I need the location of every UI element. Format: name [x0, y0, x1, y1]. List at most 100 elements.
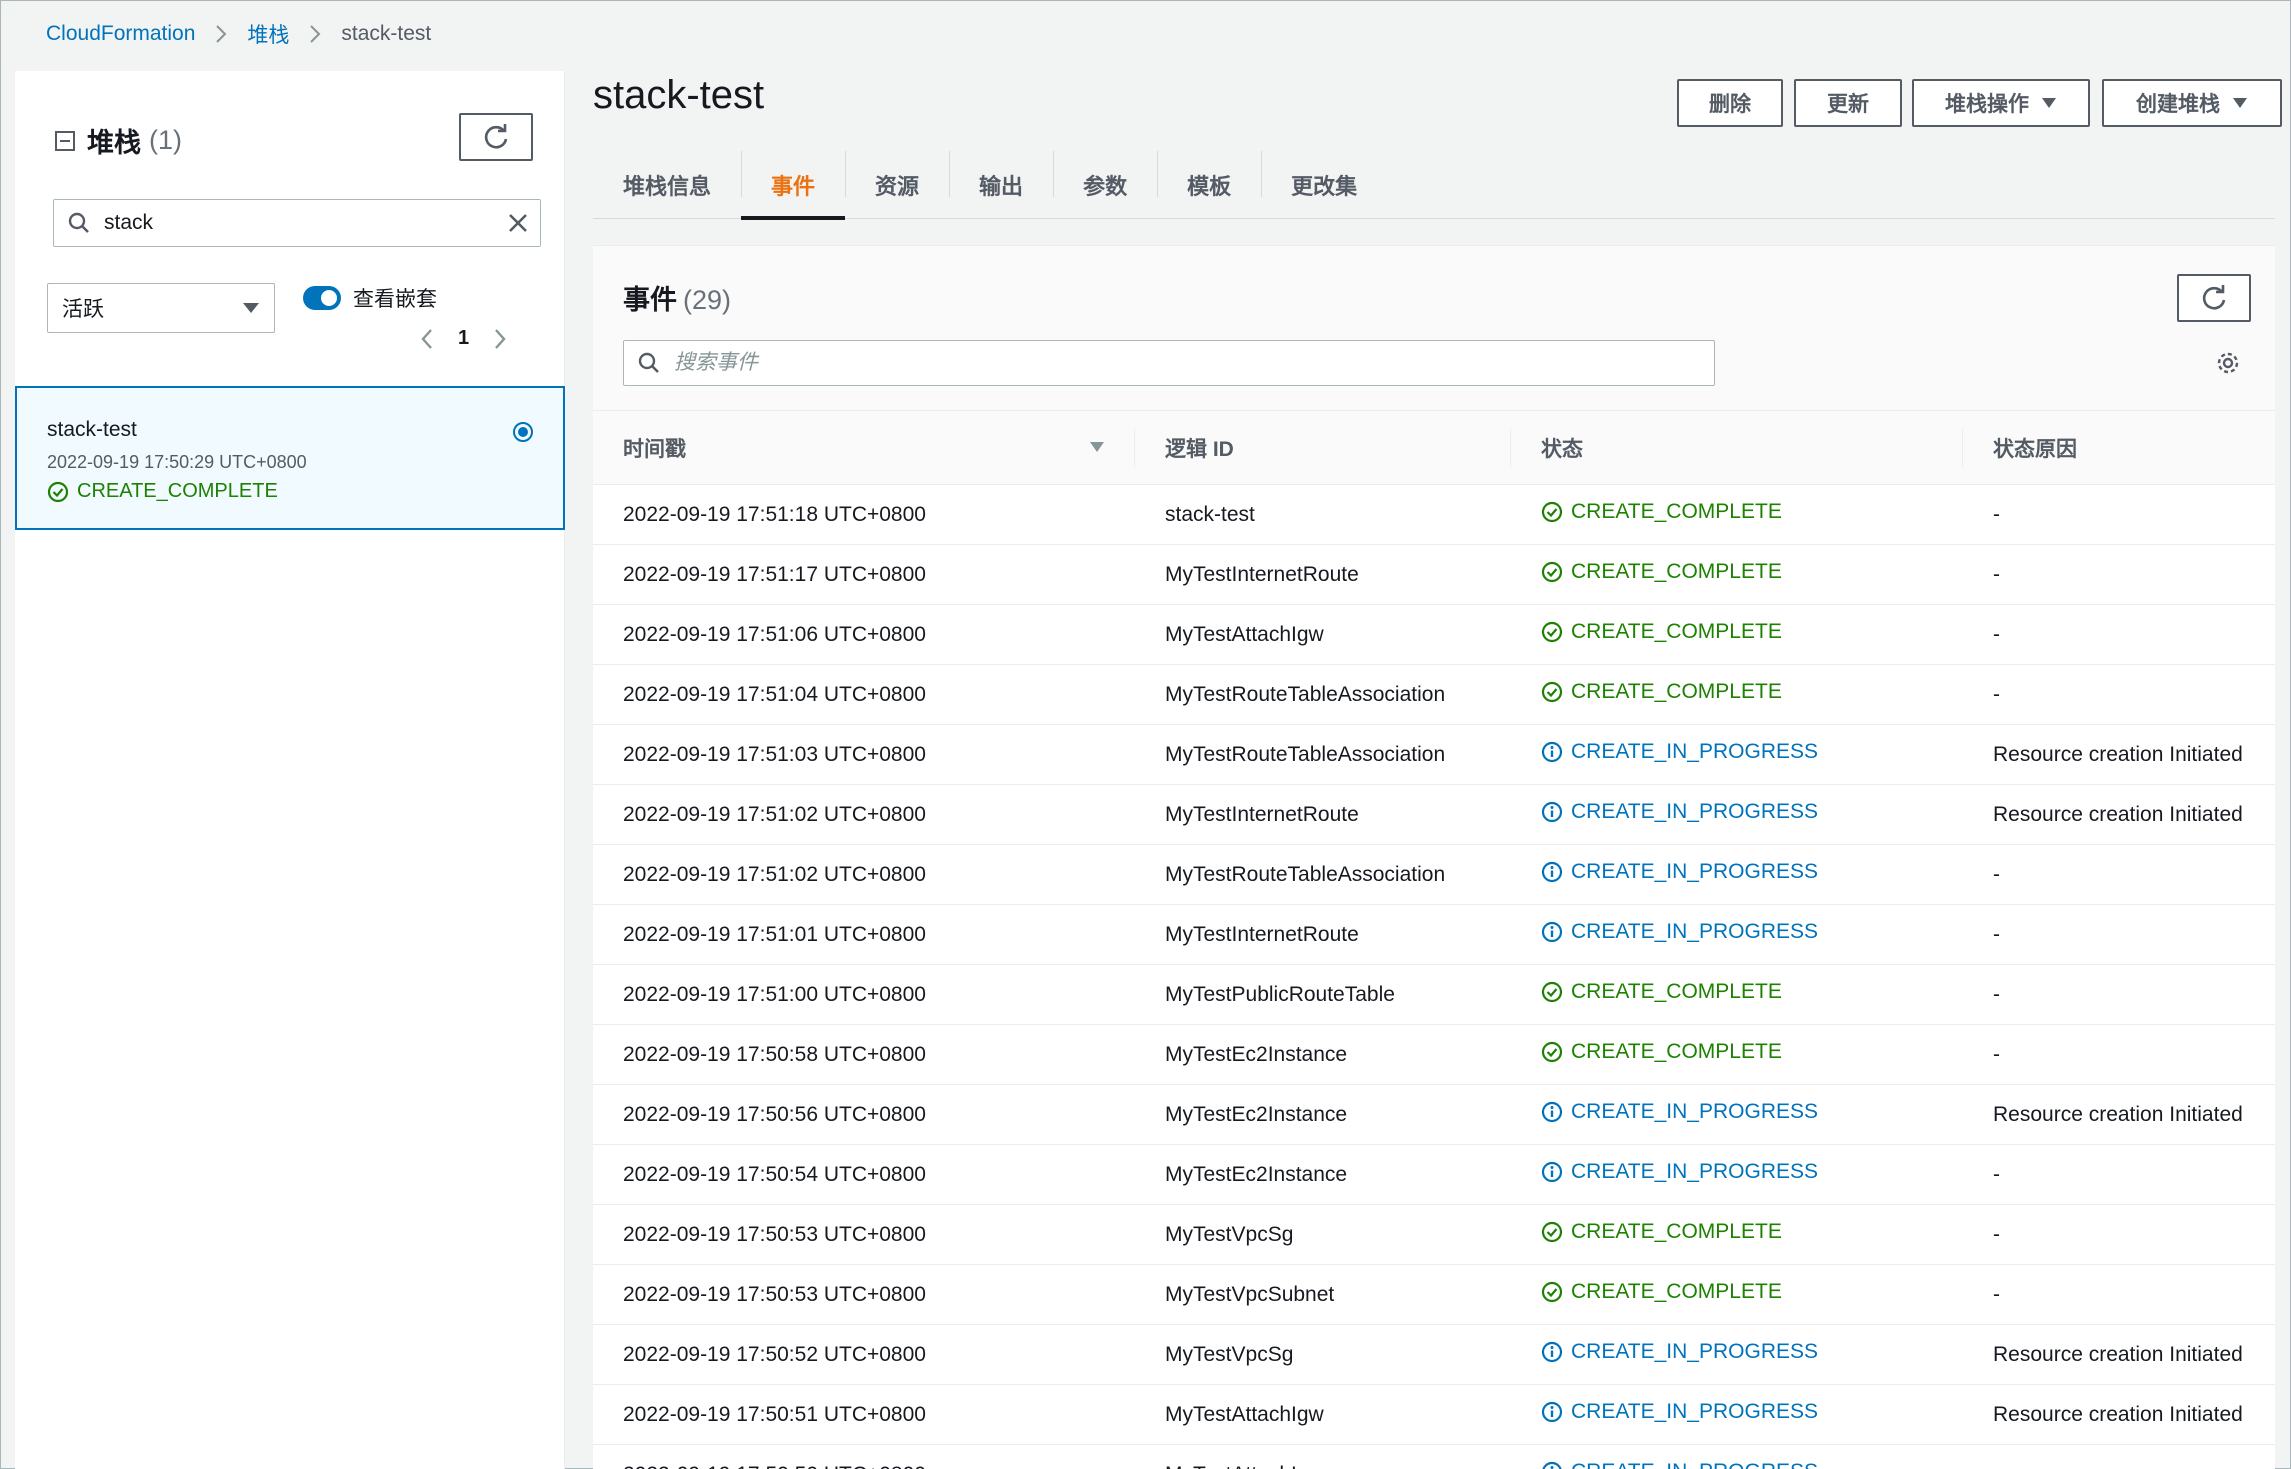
delete-button[interactable]: 删除	[1677, 79, 1783, 127]
stack-search-field	[53, 199, 541, 247]
table-row[interactable]: 2022-09-19 17:51:00 UTC+0800 MyTestPublic…	[593, 964, 2275, 1025]
table-row[interactable]: 2022-09-19 17:50:56 UTC+0800 MyTestEc2Ins…	[593, 1084, 2275, 1145]
cell-logical-id: MyTestRouteTableAssociation	[1135, 664, 1511, 725]
events-refresh-button[interactable]	[2177, 274, 2251, 322]
refresh-icon	[2202, 285, 2226, 310]
cell-status-reason: Resource creation Initiated	[1963, 724, 2275, 785]
check-circle-icon	[1541, 621, 1563, 643]
status-label[interactable]: CREATE_IN_PROGRESS	[1571, 800, 1818, 824]
status-indicator: CREATE_COMPLETE	[1541, 680, 1782, 704]
cell-timestamp: 2022-09-19 17:51:06 UTC+0800	[593, 604, 1135, 665]
caret-down-icon	[2041, 97, 2057, 109]
table-row[interactable]: 2022-09-19 17:51:01 UTC+0800 MyTestIntern…	[593, 904, 2275, 965]
table-row[interactable]: 2022-09-19 17:51:06 UTC+0800 MyTestAttach…	[593, 604, 2275, 665]
stack-actions-button[interactable]: 堆栈操作	[1912, 79, 2090, 127]
chevron-right-icon	[309, 24, 321, 44]
table-row[interactable]: 2022-09-19 17:50:50 UTC+0800MyTestAttach…	[593, 1444, 2275, 1469]
chevron-right-icon[interactable]	[493, 328, 507, 350]
status-label[interactable]: CREATE_IN_PROGRESS	[1571, 1400, 1818, 1424]
status-indicator: CREATE_COMPLETE	[1541, 1040, 1782, 1064]
breadcrumb-stacks[interactable]: 堆栈	[247, 19, 289, 49]
table-row[interactable]: 2022-09-19 17:50:58 UTC+0800 MyTestEc2Ins…	[593, 1024, 2275, 1085]
collapse-icon[interactable]	[55, 130, 75, 151]
breadcrumb: CloudFormation 堆栈 stack-test	[46, 17, 431, 51]
gear-icon[interactable]	[2215, 350, 2241, 376]
col-timestamp[interactable]: 时间戳	[593, 410, 1135, 485]
col-logical-id[interactable]: 逻辑 ID	[1135, 410, 1511, 485]
col-status-label: 状态	[1541, 437, 1583, 461]
cell-logical-id: MyTestVpcSubnet	[1135, 1264, 1511, 1325]
col-status-reason[interactable]: 状态原因	[1963, 410, 2275, 485]
tab-change-sets[interactable]: 更改集	[1261, 151, 1387, 219]
table-row[interactable]: 2022-09-19 17:51:18 UTC+0800 stack-test CR…	[593, 484, 2275, 545]
table-row[interactable]: 2022-09-19 17:50:51 UTC+0800 MyTestAttach…	[593, 1384, 2275, 1445]
table-row[interactable]: 2022-09-19 17:50:53 UTC+0800 MyTestVpcSg C…	[593, 1204, 2275, 1265]
table-row[interactable]: 2022-09-19 17:51:04 UTC+0800 MyTestRouteT…	[593, 664, 2275, 725]
cell-status: CREATE_COMPLETE	[1511, 604, 1963, 665]
tab-outputs[interactable]: 输出	[949, 151, 1053, 219]
nested-toggle[interactable]	[303, 286, 341, 310]
cell-logical-id: MyTestVpcSg	[1135, 1204, 1511, 1265]
cell-timestamp: 2022-09-19 17:50:56 UTC+0800	[593, 1084, 1135, 1145]
update-button[interactable]: 更新	[1794, 79, 1902, 127]
stack-status-label: CREATE_COMPLETE	[77, 480, 278, 502]
create-stack-button[interactable]: 创建堆栈	[2102, 79, 2282, 127]
table-row[interactable]: 2022-09-19 17:51:02 UTC+0800 MyTestIntern…	[593, 784, 2275, 845]
tab-parameters[interactable]: 参数	[1053, 151, 1157, 219]
status-label: CREATE_COMPLETE	[1571, 680, 1782, 703]
cell-logical-id: MyTestEc2Instance	[1135, 1144, 1511, 1205]
status-label[interactable]: CREATE_IN_PROGRESS	[1571, 1100, 1818, 1124]
sort-desc-icon[interactable]	[1089, 441, 1105, 453]
col-status[interactable]: 状态	[1511, 410, 1963, 485]
status-label[interactable]: CREATE_IN_PROGRESS	[1571, 1340, 1818, 1364]
stacks-refresh-button[interactable]	[459, 113, 533, 161]
check-circle-icon	[1541, 981, 1563, 1003]
stack-status: CREATE_COMPLETE	[47, 480, 278, 503]
table-row[interactable]: 2022-09-19 17:51:03 UTC+0800 MyTestRouteT…	[593, 724, 2275, 785]
cell-status-reason: -	[1963, 1144, 2275, 1205]
status-label[interactable]: CREATE_IN_PROGRESS	[1571, 1460, 1818, 1469]
tab-resources[interactable]: 资源	[845, 151, 949, 219]
tab-template[interactable]: 模板	[1157, 151, 1261, 219]
cell-timestamp: 2022-09-19 17:51:00 UTC+0800	[593, 964, 1135, 1025]
breadcrumb-cloudformation[interactable]: CloudFormation	[46, 22, 195, 46]
table-row[interactable]: 2022-09-19 17:50:52 UTC+0800 MyTestVpcSg C…	[593, 1324, 2275, 1385]
status-label[interactable]: CREATE_IN_PROGRESS	[1571, 860, 1818, 884]
clear-icon[interactable]	[506, 211, 530, 235]
cell-logical-id: MyTestInternetRoute	[1135, 904, 1511, 965]
info-icon	[1541, 741, 1563, 763]
table-row[interactable]: 2022-09-19 17:51:17 UTC+0800 MyTestIntern…	[593, 544, 2275, 605]
stack-status-filter[interactable]: 活跃	[47, 283, 275, 333]
table-row[interactable]: 2022-09-19 17:50:54 UTC+0800 MyTestEc2Ins…	[593, 1144, 2275, 1205]
stack-select-radio[interactable]	[513, 422, 533, 442]
tab-stack-info[interactable]: 堆栈信息	[593, 151, 741, 219]
cell-timestamp: 2022-09-19 17:50:53 UTC+0800	[593, 1204, 1135, 1265]
events-table-body: 2022-09-19 17:51:18 UTC+0800 stack-test CR…	[593, 484, 2275, 1469]
status-label[interactable]: CREATE_IN_PROGRESS	[1571, 740, 1818, 764]
search-icon	[638, 352, 660, 374]
cell-status-reason: -	[1963, 484, 2275, 545]
status-label[interactable]: CREATE_IN_PROGRESS	[1571, 920, 1818, 944]
cell-status: CREATE_IN_PROGRESS	[1511, 724, 1963, 785]
col-timestamp-label: 时间戳	[623, 437, 686, 461]
stack-list-item[interactable]: stack-test 2022-09-19 17:50:29 UTC+0800 …	[15, 386, 565, 530]
stack-search-input[interactable]	[104, 211, 506, 235]
chevron-left-icon[interactable]	[420, 328, 434, 350]
cell-logical-id: MyTestAttachIgw	[1135, 604, 1511, 665]
stack-actions-button-label: 堆栈操作	[1945, 93, 2029, 116]
table-row[interactable]: 2022-09-19 17:50:53 UTC+0800 MyTestVpcSub…	[593, 1264, 2275, 1325]
status-label[interactable]: CREATE_IN_PROGRESS	[1571, 1160, 1818, 1184]
event-search-input[interactable]	[674, 351, 1714, 375]
cell-logical-id: MyTestEc2Instance	[1135, 1024, 1511, 1085]
chevron-right-icon	[215, 24, 227, 44]
status-indicator: CREATE_IN_PROGRESS	[1541, 920, 1818, 944]
cell-status: CREATE_COMPLETE	[1511, 1204, 1963, 1265]
update-button-label: 更新	[1827, 93, 1869, 116]
status-label: CREATE_COMPLETE	[1571, 500, 1782, 523]
page-number[interactable]: 1	[458, 327, 469, 350]
tab-label: 参数	[1083, 174, 1128, 199]
table-row[interactable]: 2022-09-19 17:51:02 UTC+0800 MyTestRouteT…	[593, 844, 2275, 905]
tab-events[interactable]: 事件	[741, 151, 846, 220]
page-title: stack-test	[593, 73, 765, 117]
cell-timestamp: 2022-09-19 17:50:50 UTC+0800	[593, 1444, 1135, 1469]
